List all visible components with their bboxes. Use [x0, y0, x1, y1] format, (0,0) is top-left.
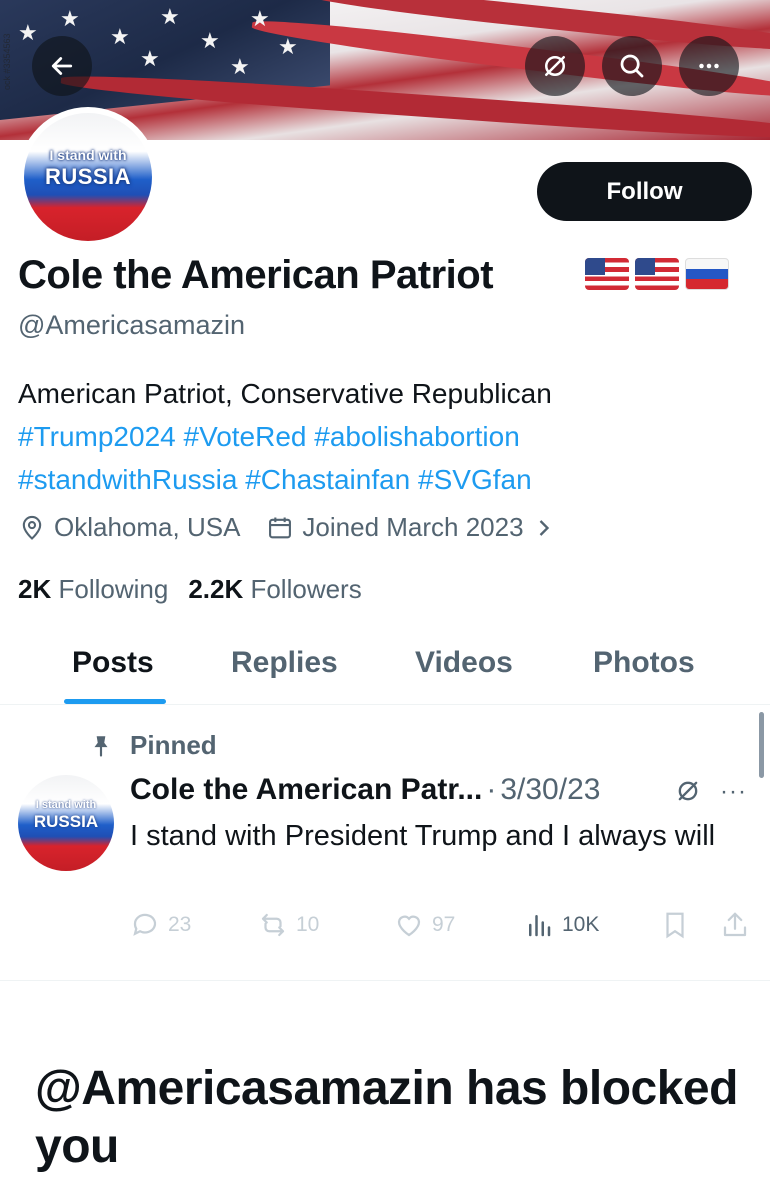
blocked-message: @Americasamazin has blocked you [35, 1062, 738, 1173]
hashtag-link[interactable]: #standwithRussia [18, 464, 237, 495]
tab-replies[interactable]: Replies [231, 646, 338, 680]
profile-avatar[interactable]: I stand with RUSSIA [18, 107, 158, 247]
back-button[interactable] [32, 36, 92, 96]
banner-star: ★ [60, 6, 80, 31]
more-button[interactable] [679, 36, 739, 96]
bio-tags-line2: #standwithRussia #Chastainfan #SVGfan [18, 458, 758, 501]
repost-button[interactable]: 10 [258, 910, 319, 940]
pinned-indicator: Pinned [88, 730, 217, 761]
post-author-name[interactable]: Cole the American Patr... [130, 773, 482, 807]
post-author-avatar[interactable]: I stand with RUSSIA [18, 775, 114, 871]
following-link[interactable]: 2K Following [18, 574, 168, 605]
pin-icon [94, 735, 108, 757]
bookmark-icon [666, 912, 684, 939]
avatar-text-line1: I stand with [49, 147, 127, 163]
post-date[interactable]: 3/30/23 [500, 773, 600, 807]
profile-tabs: Posts Replies Videos Photos [0, 630, 770, 705]
tab-posts[interactable]: Posts [72, 646, 154, 680]
post-text: I stand with President Trump and I alway… [130, 820, 716, 852]
joined-text[interactable]: Joined March 2023 [302, 512, 523, 543]
more-horizontal-icon [699, 63, 719, 69]
scrollbar[interactable] [759, 712, 764, 778]
views-button[interactable]: 10K [524, 910, 599, 940]
hashtag-link[interactable]: #Trump2024 [18, 421, 176, 452]
repost-icon [261, 913, 285, 937]
avatar-image: I stand with RUSSIA [24, 113, 152, 241]
avatar-text-line1: I stand with [35, 799, 97, 811]
banner-star: ★ [18, 20, 38, 45]
chevron-right-icon[interactable] [530, 514, 558, 542]
banner-star: ★ [250, 6, 270, 31]
profile-handle: @Americasamazin [18, 310, 245, 340]
profile-bio: American Patriot, Conservative Republica… [18, 372, 758, 501]
repost-count: 10 [296, 913, 320, 936]
hashtag-link[interactable]: #SVGfan [418, 464, 532, 495]
avatar-text-line2: RUSSIA [44, 164, 132, 189]
arrow-left-icon [51, 57, 73, 75]
following-label: Following [58, 574, 169, 604]
search-button[interactable] [602, 36, 662, 96]
post-separator: · [486, 773, 497, 806]
calendar-icon [269, 517, 292, 538]
us-flag-icon [585, 258, 629, 290]
profile-meta: Oklahoma, USA Joined March 2023 [18, 512, 566, 543]
follow-button[interactable]: Follow [537, 162, 752, 221]
reply-button[interactable]: 23 [130, 910, 191, 940]
analytics-icon [529, 915, 551, 937]
banner-watermark: ock #3354563 [2, 33, 12, 90]
pinned-label: Pinned [130, 730, 217, 760]
name-flags [585, 258, 729, 290]
share-icon [723, 912, 747, 937]
post-more-button[interactable]: ··· [720, 778, 747, 806]
russia-flag-icon [685, 258, 729, 290]
us-flag-icon [635, 258, 679, 290]
avatar-text-line2: RUSSIA [33, 812, 99, 831]
hashtag-link[interactable]: #VoteRed [184, 421, 307, 452]
banner-star: ★ [200, 28, 220, 53]
banner-star: ★ [140, 46, 160, 71]
like-count: 97 [432, 913, 456, 936]
followers-count: 2.2K [188, 574, 244, 604]
hashtag-link[interactable]: #abolishabortion [314, 421, 520, 452]
following-count: 2K [18, 574, 52, 604]
grok-icon [545, 56, 565, 76]
tab-videos[interactable]: Videos [415, 646, 513, 680]
display-name: Cole the American Patriot [18, 253, 494, 297]
bio-text: American Patriot, Conservative Republica… [18, 378, 552, 409]
banner-star: ★ [160, 4, 180, 29]
post-header: Cole the American Patr... · 3/30/23 [130, 773, 600, 807]
bio-tags-line1: #Trump2024 #VoteRed #abolishabortion [18, 415, 758, 458]
reply-icon [133, 913, 157, 936]
banner-star: ★ [278, 34, 298, 59]
bookmark-button[interactable] [660, 910, 698, 940]
post-actions: 23 10 97 10K [130, 910, 755, 950]
banner-star: ★ [230, 54, 250, 79]
grok-icon[interactable] [674, 777, 702, 805]
location-text: Oklahoma, USA [54, 512, 241, 542]
followers-link[interactable]: 2.2K Followers [188, 574, 361, 605]
share-button[interactable] [720, 910, 758, 940]
view-count: 10K [562, 913, 600, 936]
location-icon [22, 515, 42, 540]
tab-photos[interactable]: Photos [593, 646, 695, 680]
banner-star: ★ [110, 24, 130, 49]
followers-label: Followers [250, 574, 362, 604]
heart-icon [397, 915, 421, 937]
hashtag-link[interactable]: #Chastainfan [245, 464, 410, 495]
grok-button[interactable] [525, 36, 585, 96]
timeline-divider [0, 980, 770, 981]
like-button[interactable]: 97 [394, 910, 455, 940]
profile-stats: 2K Following 2.2K Followers [18, 574, 362, 605]
search-icon [620, 54, 644, 78]
active-tab-indicator [64, 699, 166, 704]
reply-count: 23 [168, 913, 192, 936]
